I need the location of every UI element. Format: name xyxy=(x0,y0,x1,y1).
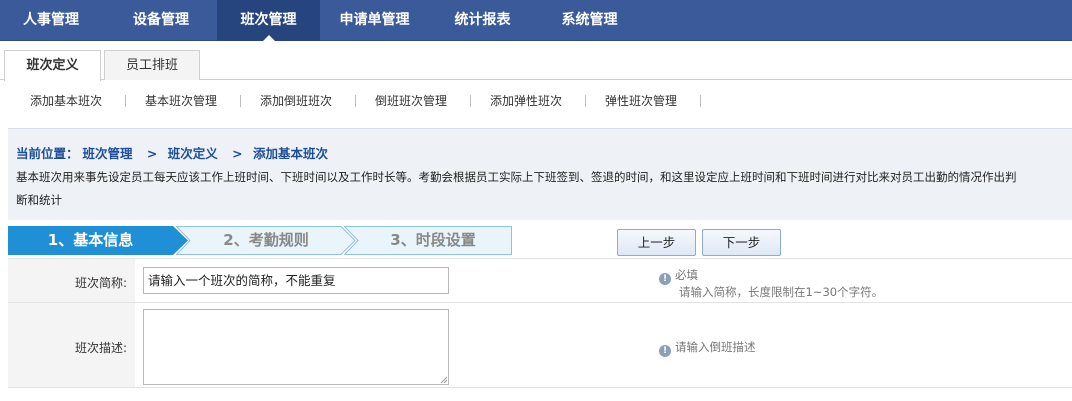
form-row-description: 班次描述: ! 请输入倒班描述 xyxy=(8,303,1072,388)
nav-item-requests[interactable]: 申请单管理 xyxy=(323,0,426,41)
nav-item-personnel[interactable]: 人事管理 xyxy=(0,0,102,41)
shift-form: 班次简称: 请输入一个班次的简称，不能重复 ! 必填 请输入简称，长度限制在1~3… xyxy=(8,258,1072,401)
breadcrumb-prefix: 当前位置： xyxy=(16,146,79,161)
hint-length: 请输入简称，长度限制在1~30个字符。 xyxy=(679,285,884,299)
step-attendance-rules[interactable]: 2、考勤规则 xyxy=(176,226,356,255)
step-time-settings[interactable]: 3、时段设置 xyxy=(344,226,512,255)
link-add-rotating-shift[interactable]: 添加倒班班次 xyxy=(260,91,332,111)
page-description: 基本班次用来事先设定员工每天应该工作上班时间、下班时间以及工作时长等。考勤会根据… xyxy=(16,170,1017,207)
top-nav: 人事管理 设备管理 班次管理 申请单管理 统计报表 系统管理 xyxy=(0,0,1072,41)
short-name-input[interactable]: 请输入一个班次的简称，不能重复 xyxy=(143,267,449,294)
step-wizard: 1、基本信息 2、考勤规则 3、时段设置 xyxy=(8,226,528,256)
tab-employee-scheduling[interactable]: 员工排班 xyxy=(104,50,200,80)
breadcrumb: 当前位置： 班次管理 > 班次定义 > 添加基本班次 xyxy=(16,143,332,162)
breadcrumb-item[interactable]: 添加基本班次 xyxy=(253,146,328,161)
short-name-hint: ! 必填 请输入简称，长度限制在1~30个字符。 xyxy=(659,268,883,299)
field-label-cell: 班次简称: xyxy=(8,259,135,302)
sub-tabs: 班次定义 员工排班 xyxy=(0,41,1072,81)
active-caret-icon xyxy=(263,35,275,41)
link-add-flexible-shift[interactable]: 添加弹性班次 xyxy=(490,91,562,111)
nav-item-system[interactable]: 系统管理 xyxy=(538,0,641,41)
resize-grip-icon[interactable] xyxy=(439,375,447,383)
function-links: 添加基本班次 基本班次管理 添加倒班班次 倒班班次管理 添加弹性班次 弹性班次管… xyxy=(0,81,1072,119)
link-basic-shift-manage[interactable]: 基本班次管理 xyxy=(145,91,217,111)
link-separator xyxy=(125,95,126,107)
hint-required: 必填 xyxy=(675,268,698,282)
prev-step-button[interactable]: 上一步 xyxy=(617,229,696,256)
nav-item-devices[interactable]: 设备管理 xyxy=(106,0,216,41)
link-add-basic-shift[interactable]: 添加基本班次 xyxy=(30,91,102,111)
short-name-label: 班次简称: xyxy=(74,276,127,290)
link-flexible-shift-manage[interactable]: 弹性班次管理 xyxy=(605,91,677,111)
description-hint: ! 请输入倒班描述 xyxy=(659,340,756,357)
nav-item-reports[interactable]: 统计报表 xyxy=(431,0,534,41)
link-separator xyxy=(240,95,241,107)
description-textarea[interactable] xyxy=(143,309,449,385)
breadcrumb-item[interactable]: 班次管理 xyxy=(83,146,133,161)
hint-description: 请输入倒班描述 xyxy=(675,340,756,354)
step-label: 1、基本信息 xyxy=(47,231,134,249)
description-label: 班次描述: xyxy=(74,341,127,355)
tab-shift-definition[interactable]: 班次定义 xyxy=(4,50,101,81)
form-row-short-name: 班次简称: 请输入一个班次的简称，不能重复 ! 必填 请输入简称，长度限制在1~3… xyxy=(8,259,1072,303)
info-icon: ! xyxy=(659,345,671,357)
info-panel: 当前位置： 班次管理 > 班次定义 > 添加基本班次 基本班次用来事先设定员工每天… xyxy=(8,128,1072,220)
link-rotating-shift-manage[interactable]: 倒班班次管理 xyxy=(375,91,447,111)
breadcrumb-separator: > xyxy=(232,146,243,161)
field-label-cell: 班次描述: xyxy=(8,303,135,387)
info-icon: ! xyxy=(659,273,671,285)
link-separator xyxy=(355,95,356,107)
step-basic-info[interactable]: 1、基本信息 xyxy=(8,226,188,255)
step-label: 3、时段设置 xyxy=(390,231,476,249)
next-step-button[interactable]: 下一步 xyxy=(702,229,781,256)
step-label: 2、考勤规则 xyxy=(223,231,309,249)
breadcrumb-item[interactable]: 班次定义 xyxy=(168,146,218,161)
breadcrumb-separator: > xyxy=(146,146,158,161)
link-separator xyxy=(585,95,586,107)
link-separator xyxy=(470,95,471,107)
link-separator xyxy=(700,95,701,107)
